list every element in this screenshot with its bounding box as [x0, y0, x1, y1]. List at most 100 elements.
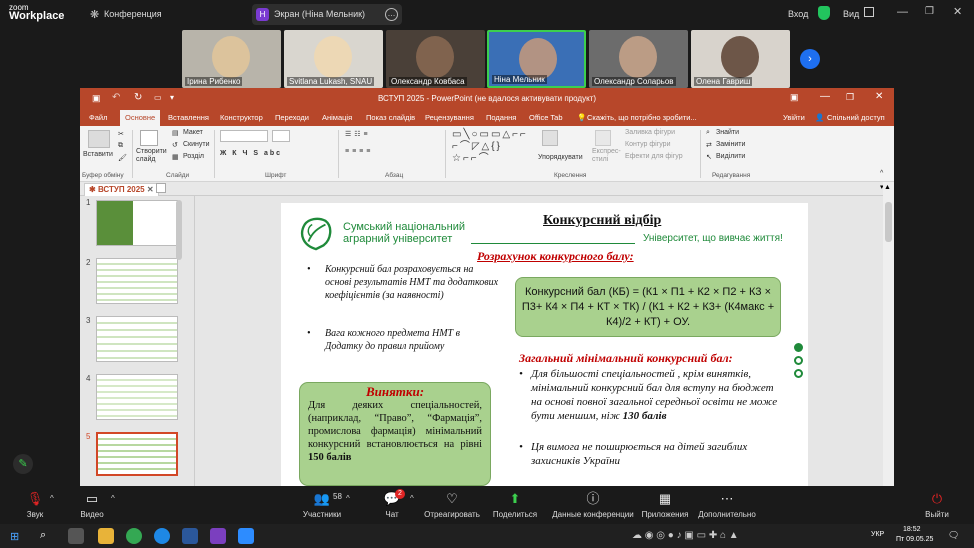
tab-transitions[interactable]: Переходи: [275, 113, 309, 122]
more-button[interactable]: ⋯ Дополнительно: [692, 490, 762, 519]
canvas-scrollbar[interactable]: ▲: [883, 182, 894, 486]
minimize-icon[interactable]: —: [820, 91, 830, 102]
arrange-button[interactable]: Упорядкувати: [538, 154, 583, 161]
tell-me-input[interactable]: Скажіть, що потрібно зробити...: [587, 113, 697, 122]
tab-home[interactable]: Основне: [120, 110, 161, 126]
next-page-icon[interactable]: ›: [800, 49, 820, 69]
video-options-icon[interactable]: ^: [111, 494, 115, 503]
slide-thumbnail[interactable]: [96, 200, 178, 246]
edge-icon[interactable]: [154, 528, 170, 544]
clock-time[interactable]: 18:52: [903, 526, 921, 533]
windows-start-icon[interactable]: ⊞: [10, 530, 19, 543]
new-slide-icon[interactable]: [140, 130, 158, 146]
clock-date[interactable]: Пт 09.05.25: [896, 536, 933, 543]
slide-thumbnail[interactable]: [96, 316, 178, 362]
signin-link[interactable]: Увійти: [783, 113, 805, 122]
share-button[interactable]: Спільний доступ: [827, 113, 885, 122]
replace-button[interactable]: Замінити: [716, 141, 745, 148]
participant-tile[interactable]: Svitlana Lukash, SNAU: [284, 30, 383, 88]
input-language[interactable]: УКР: [871, 531, 884, 538]
align-icons[interactable]: ≡≡≡≡: [345, 148, 373, 155]
format-painter-icon[interactable]: 🖌: [118, 154, 127, 162]
paste-button[interactable]: Вставити: [83, 151, 113, 158]
tab-animations[interactable]: Анімація: [322, 113, 352, 122]
font-size-select[interactable]: [272, 130, 290, 142]
participant-tile-active[interactable]: Ніна Мельник: [487, 30, 586, 88]
minimize-icon[interactable]: —: [897, 6, 908, 18]
new-slide-button[interactable]: Створити слайд: [136, 148, 172, 164]
arrange-icon[interactable]: [542, 130, 558, 146]
font-style-buttons[interactable]: Ж К Ч S abc: [220, 150, 282, 157]
search-icon[interactable]: ⌕: [40, 529, 46, 542]
select-button[interactable]: Виділити: [716, 153, 745, 160]
react-button[interactable]: ♡ Отреагировать: [417, 490, 487, 519]
camera-app-icon[interactable]: [68, 528, 84, 544]
maximize-icon[interactable]: ❐: [925, 6, 934, 17]
new-tab-icon[interactable]: [156, 183, 166, 193]
audio-options-icon[interactable]: ^: [50, 494, 54, 503]
shape-effects-button[interactable]: Ефекти для фігур: [625, 153, 683, 160]
screen-share-pill[interactable]: Н Экран (Ніна Мельник) …: [252, 4, 402, 25]
word-icon[interactable]: [182, 528, 198, 544]
video-button[interactable]: ▭ Видео: [57, 490, 127, 519]
participant-tile[interactable]: Олена Гавриш: [691, 30, 790, 88]
tab-view[interactable]: Подання: [486, 113, 516, 122]
close-icon[interactable]: ✕: [953, 5, 962, 18]
tab-review[interactable]: Рецензування: [425, 113, 474, 122]
participant-tile[interactable]: Олександр Соларьов: [589, 30, 688, 88]
tab-file[interactable]: Файл: [89, 113, 107, 122]
viber-icon[interactable]: [210, 528, 226, 544]
slide-thumbnail[interactable]: [96, 258, 178, 304]
cut-icon[interactable]: ✂: [118, 130, 124, 138]
tab-design[interactable]: Конструктор: [220, 113, 263, 122]
copy-icon[interactable]: ⧉: [118, 142, 123, 150]
paw-icon[interactable]: ❋: [90, 8, 99, 21]
scroll-up-icon[interactable]: ▲: [884, 184, 891, 191]
more-options-icon[interactable]: …: [385, 8, 398, 21]
close-tab-icon[interactable]: ✕: [147, 185, 154, 194]
slide-thumbnail-current[interactable]: [96, 432, 178, 476]
find-button[interactable]: Знайти: [716, 129, 739, 136]
scroll-thumb[interactable]: [885, 202, 892, 242]
restore-icon[interactable]: ❐: [846, 92, 854, 103]
layout-button[interactable]: Макет: [183, 129, 203, 136]
font-name-select[interactable]: [220, 130, 268, 142]
thumbnail-scrollbar[interactable]: [176, 200, 182, 260]
tab-slideshow[interactable]: Показ слайдів: [366, 113, 415, 122]
participants-options-icon[interactable]: ^: [346, 494, 350, 503]
reset-button[interactable]: Скинути: [183, 141, 210, 148]
share-screen-button[interactable]: ⬆ Поделиться: [480, 490, 550, 519]
shapes-gallery[interactable]: ▭╲○▭▭△⌐⌐ ⌐⌒◸△{}☆⌐⌐⌒: [452, 129, 534, 165]
shape-outline-button[interactable]: Контур фігури: [625, 141, 670, 148]
annotate-icon[interactable]: ✎: [13, 454, 33, 474]
close-icon[interactable]: ✕: [875, 91, 883, 102]
view-button[interactable]: Вид: [843, 9, 859, 19]
signin-button[interactable]: Вход: [788, 9, 808, 19]
paste-icon[interactable]: [88, 130, 110, 148]
tray-icons[interactable]: ☁ ◉ ◎ ● ♪ ▣ ▭ ✚ ⌂ ▲: [632, 530, 739, 541]
ribbon-options-icon[interactable]: ▣: [790, 92, 799, 103]
participant-tile[interactable]: Олександр Ковбаса: [386, 30, 485, 88]
shape-fill-button[interactable]: Заливка фігури: [625, 129, 675, 136]
tab-office-tab[interactable]: Office Tab: [529, 113, 563, 122]
collapse-ribbon-icon[interactable]: ^: [880, 170, 883, 177]
quick-styles-button[interactable]: Експрес-стилі: [592, 148, 624, 164]
participant-tile[interactable]: Ірина Рибенко: [182, 30, 281, 88]
tab-insert[interactable]: Вставлення: [168, 113, 209, 122]
leave-button[interactable]: ⏻ Выйти: [907, 490, 967, 519]
meeting-info-button[interactable]: ⓘ Данные конференции: [548, 490, 638, 519]
view-grid-icon[interactable]: [864, 7, 874, 17]
shield-icon[interactable]: [818, 6, 830, 20]
slide-thumbnail[interactable]: [96, 374, 178, 420]
conference-title[interactable]: Конференция: [104, 9, 162, 19]
section-button[interactable]: Розділ: [183, 153, 204, 160]
apps-button[interactable]: ▦ Приложения: [630, 490, 700, 519]
list-icons[interactable]: ☰☷≡: [345, 130, 371, 138]
document-tab[interactable]: ✱ ВСТУП 2025 ✕: [84, 183, 159, 196]
notifications-icon[interactable]: 🗨: [948, 530, 959, 541]
quick-styles-icon[interactable]: [595, 130, 611, 146]
chat-options-icon[interactable]: ^: [410, 494, 414, 503]
zoom-app-icon[interactable]: [238, 528, 254, 544]
chrome-icon[interactable]: [126, 528, 142, 544]
file-explorer-icon[interactable]: [98, 528, 114, 544]
